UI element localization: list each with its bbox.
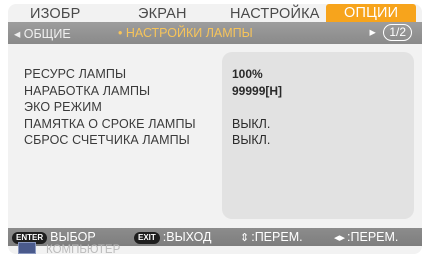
submenu-lamp-settings: • НАСТРОЙКИ ЛАМПЫ (118, 26, 253, 40)
lamp-life-label[interactable]: РЕСУРС ЛАМПЫ (24, 66, 196, 83)
lamp-reset-value[interactable]: ВЫКЛ. (232, 132, 282, 149)
tab-options[interactable]: ОПЦИИ (326, 4, 417, 22)
page-next-icon[interactable]: ▸ (370, 25, 376, 39)
eco-mode-value[interactable] (232, 99, 282, 116)
menu-tabs: ИЗОБР ЭКРАН НАСТРОЙКА ОПЦИИ (8, 4, 422, 24)
monitor-icon (18, 242, 36, 254)
hint-leftright-label: :ПЕРЕМ. (347, 230, 399, 244)
eco-mode-label[interactable]: ЭКО РЕЖИМ (24, 99, 196, 116)
osd-menu: ИЗОБР ЭКРАН НАСТРОЙКА ОПЦИИ ◂ ОБЩИЕ • НА… (8, 4, 422, 254)
values-panel: 100% 99999[H] ВЫКЛ. ВЫКЛ. (222, 52, 414, 219)
hint-leftright: ◂▸:ПЕРЕМ. (334, 230, 398, 244)
tab-screen[interactable]: ЭКРАН (138, 6, 187, 22)
lamp-hours-value: 99999[H] (232, 83, 283, 98)
tab-image[interactable]: ИЗОБР (30, 6, 80, 22)
tab-setup[interactable]: НАСТРОЙКА (230, 6, 320, 22)
page-indicator: 1/2 (383, 24, 412, 41)
lamp-reminder-label[interactable]: ПАМЯТКА О СРОКЕ ЛАМПЫ (24, 116, 196, 133)
settings-content: РЕСУРС ЛАМПЫ НАРАБОТКА ЛАМПЫ ЭКО РЕЖИМ П… (16, 52, 414, 219)
lamp-reset-label[interactable]: СБРОС СЧЕТЧИКА ЛАМПЫ (24, 132, 196, 149)
lamp-life-value: 100% (232, 67, 263, 81)
source-indicator: КОМПЬЮТЕР (18, 242, 318, 256)
left-right-arrow-icon: ◂▸ (334, 232, 346, 244)
lamp-hours-label[interactable]: НАРАБОТКА ЛАМПЫ (24, 83, 196, 100)
lamp-reminder-value[interactable]: ВЫКЛ. (232, 116, 282, 133)
settings-labels: РЕСУРС ЛАМПЫ НАРАБОТКА ЛАМПЫ ЭКО РЕЖИМ П… (24, 66, 196, 149)
source-label: КОМПЬЮТЕР (46, 244, 121, 256)
submenu-general[interactable]: ◂ ОБЩИЕ (14, 26, 71, 41)
submenu-bar: ◂ ОБЩИЕ • НАСТРОЙКИ ЛАМПЫ ▸ 1/2 (8, 22, 422, 44)
page-nav[interactable]: ▸ 1/2 (370, 24, 412, 41)
